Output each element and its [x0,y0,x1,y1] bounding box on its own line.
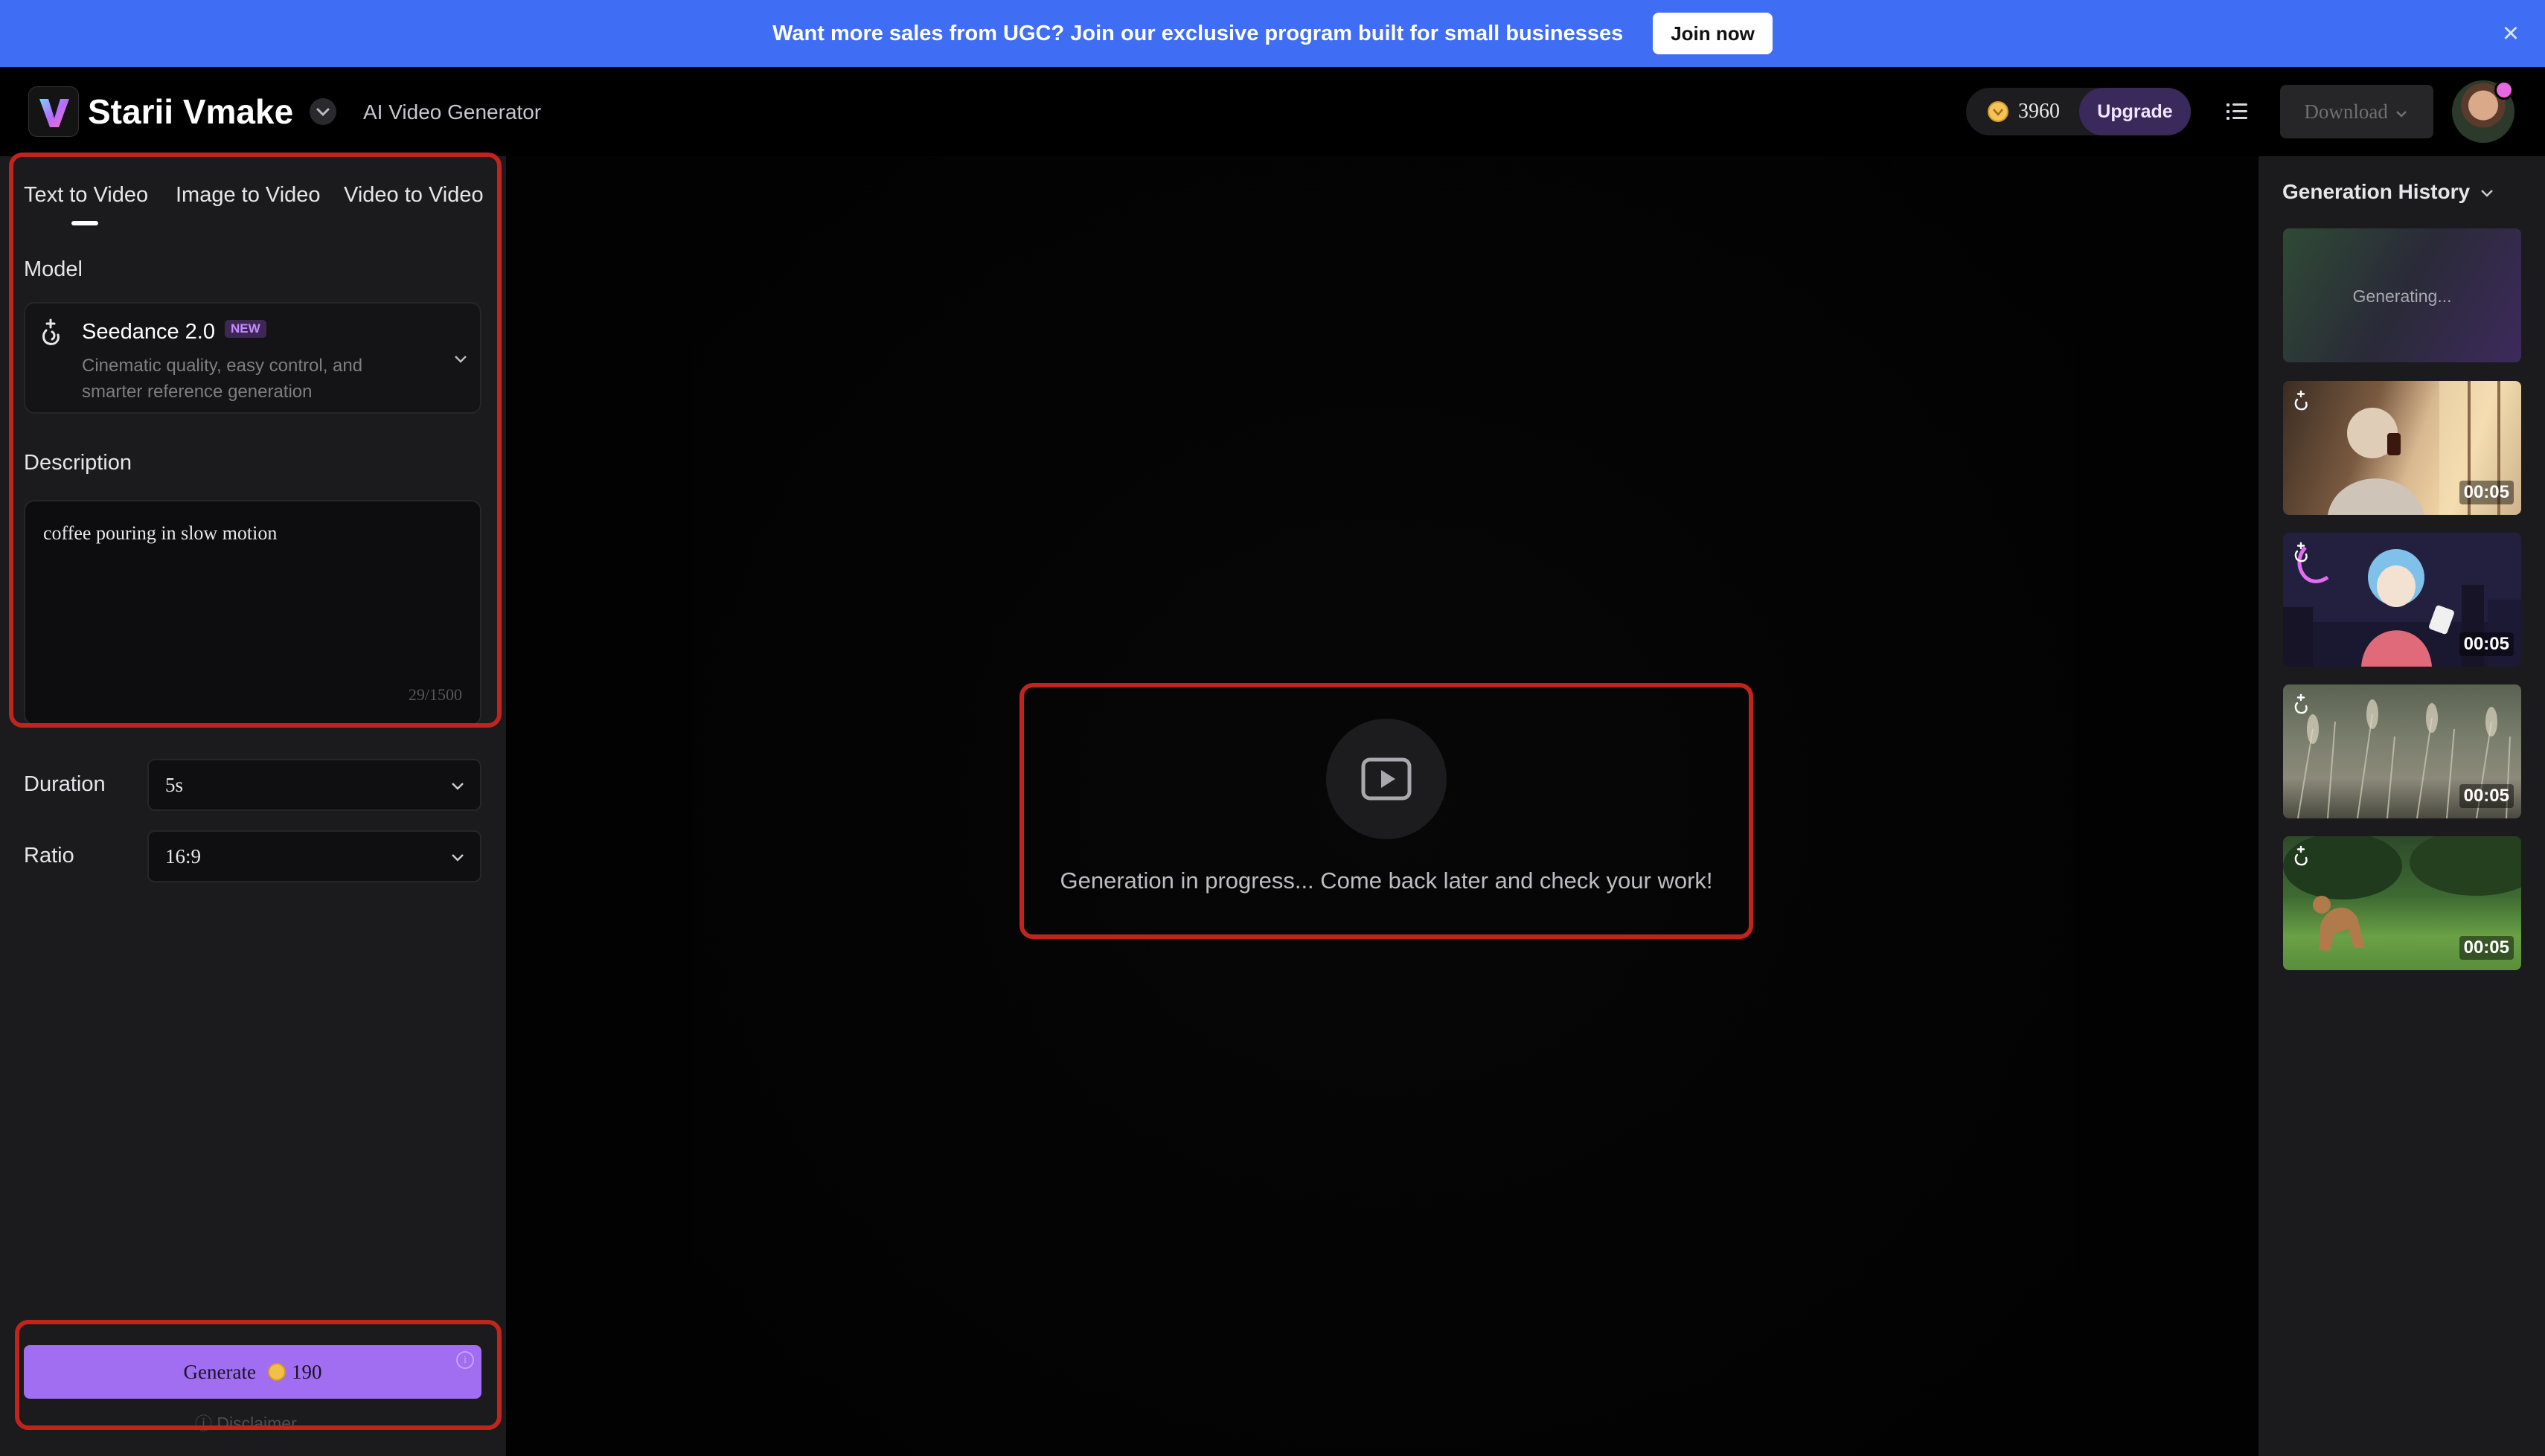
chevron-down-icon [452,783,464,790]
chevron-down-icon [2395,110,2407,118]
ratio-value: 16:9 [165,845,202,867]
history-item[interactable]: 00:05 [2283,533,2521,667]
coin-icon [267,1363,286,1381]
model-label: Model [24,257,83,281]
description-label: Description [24,451,132,475]
task-list-icon[interactable] [2222,97,2252,126]
generate-cost: 190 [291,1360,322,1383]
history-item[interactable]: 00:05 [2283,684,2521,818]
download-button[interactable]: Download [2280,85,2433,138]
seedance-icon [2294,693,2308,714]
close-icon[interactable]: × [2494,17,2527,50]
thumbnail-duration: 00:05 [2459,481,2514,504]
generation-status: Generation in progress... Come back late… [1019,683,1753,939]
info-icon: ⓘ [195,1414,217,1433]
chevron-down-icon [452,854,464,862]
seedance-icon [2294,390,2308,411]
history-title[interactable]: Generation History [2282,180,2470,204]
model-description: Cinematic quality, easy control, and sma… [82,356,363,402]
progress-message: Generation in progress... Come back late… [1060,867,1713,894]
generator-panel: Text to Video Image to Video Video to Vi… [0,156,506,1456]
duration-value: 5s [165,774,184,796]
model-selector[interactable]: Seedance 2.0 NEW Cinematic quality, easy… [24,302,481,414]
tab-image-to-video[interactable]: Image to Video [176,183,321,208]
history-item[interactable]: 00:05 [2283,381,2521,515]
app-subtitle: AI Video Generator [363,100,542,124]
chevron-down-icon[interactable] [2477,183,2497,202]
top-header: Starii Vmake AI Video Generator 3960 Upg… [0,67,2545,156]
tab-video-to-video[interactable]: Video to Video [344,183,484,208]
notification-badge [2494,80,2514,100]
history-item[interactable]: 00:05 [2283,836,2521,970]
generate-label: Generate [183,1360,256,1383]
history-item-generating[interactable]: Generating... [2283,228,2521,362]
play-icon [1326,719,1447,839]
banner-text: Want more sales from UGC? Join our exclu… [772,21,1624,45]
thumbnail-duration: 00:05 [2459,784,2514,808]
seedance-icon [42,318,60,345]
model-name: Seedance 2.0 [82,320,215,344]
join-now-button[interactable]: Join now [1653,13,1773,54]
seedance-icon [2294,542,2308,562]
thumbnail-duration: 00:05 [2459,936,2514,960]
duration-label: Duration [24,772,106,796]
download-label: Download [2304,100,2388,123]
history-panel: Generation History Generating... 00:05 0… [2259,156,2545,1456]
description-textarea[interactable]: coffee pouring in slow motion 29/1500 [24,500,481,725]
duration-select[interactable]: 5s [147,759,481,811]
promo-banner: Want more sales from UGC? Join our exclu… [0,0,2545,67]
credits-balance: 3960 [2018,100,2060,123]
ratio-label: Ratio [24,844,74,867]
chevron-down-icon [455,356,467,363]
ratio-select[interactable]: 16:9 [147,830,481,882]
character-counter: 29/1500 [408,685,462,704]
description-text: coffee pouring in slow motion [43,522,278,544]
coin-icon [1988,101,2008,122]
info-icon[interactable]: i [456,1351,474,1369]
upgrade-button[interactable]: Upgrade [2079,88,2191,135]
credits-pill[interactable]: 3960 Upgrade [1966,88,2191,135]
app-logo[interactable] [28,86,79,137]
generate-button[interactable]: Generate 190 i [24,1345,481,1399]
active-tab-indicator [71,221,98,225]
seedance-icon [2294,845,2308,866]
app-switcher-chevron-icon[interactable] [310,98,336,125]
new-badge: NEW [225,320,266,338]
disclaimer-link[interactable]: ⓘ Disclaimer [195,1409,297,1434]
vmake-logo-icon [39,99,69,127]
app-name: Starii Vmake [88,92,294,131]
generating-label: Generating... [2352,286,2452,306]
thumbnail-duration: 00:05 [2459,632,2514,656]
disclaimer-label: Disclaimer [217,1414,297,1433]
tab-text-to-video[interactable]: Text to Video [24,183,148,208]
